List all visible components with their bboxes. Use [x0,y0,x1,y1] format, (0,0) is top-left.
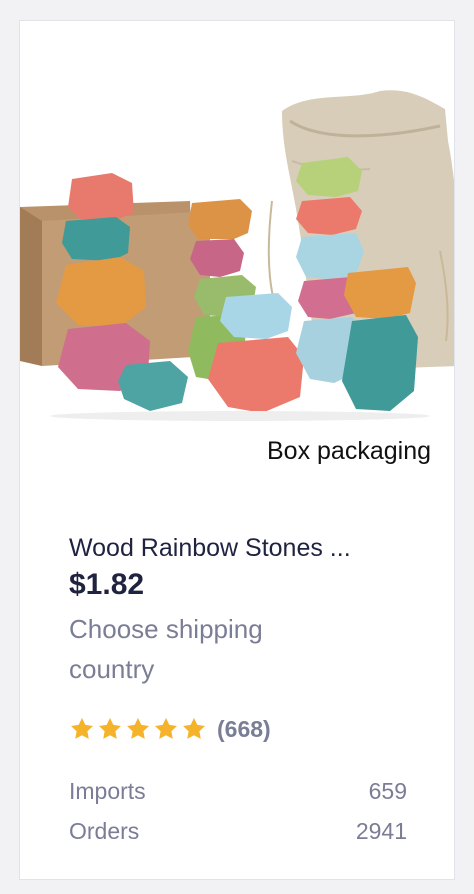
product-stats: Imports 659 Orders 2941 [69,771,407,851]
product-card[interactable]: Box packaging Wood Rainbow Stones ... $1… [19,20,455,880]
star-icon [69,716,95,742]
stat-value: 2941 [355,818,407,844]
star-icon [153,716,179,742]
stat-row-orders: Orders 2941 [69,811,407,851]
product-details: Wood Rainbow Stones ... $1.82 Choose shi… [69,531,409,851]
product-price: $1.82 [69,568,145,601]
stat-label: Imports [69,778,146,804]
star-icon [97,716,123,742]
wooden-stones-illustration [20,90,454,421]
stat-row-imports: Imports 659 [69,771,407,811]
shipping-country-link[interactable]: Choose shipping country [69,609,329,689]
stat-label: Orders [69,818,140,844]
rating-stars [69,716,207,742]
product-image[interactable]: Box packaging [20,21,454,501]
stat-value: 659 [368,778,407,804]
product-title[interactable]: Wood Rainbow Stones ... [69,531,409,565]
star-icon [125,716,151,742]
image-caption: Box packaging [267,437,432,465]
rating-count: (668) [217,715,271,742]
rating: (668) [69,713,409,745]
star-icon [181,716,207,742]
